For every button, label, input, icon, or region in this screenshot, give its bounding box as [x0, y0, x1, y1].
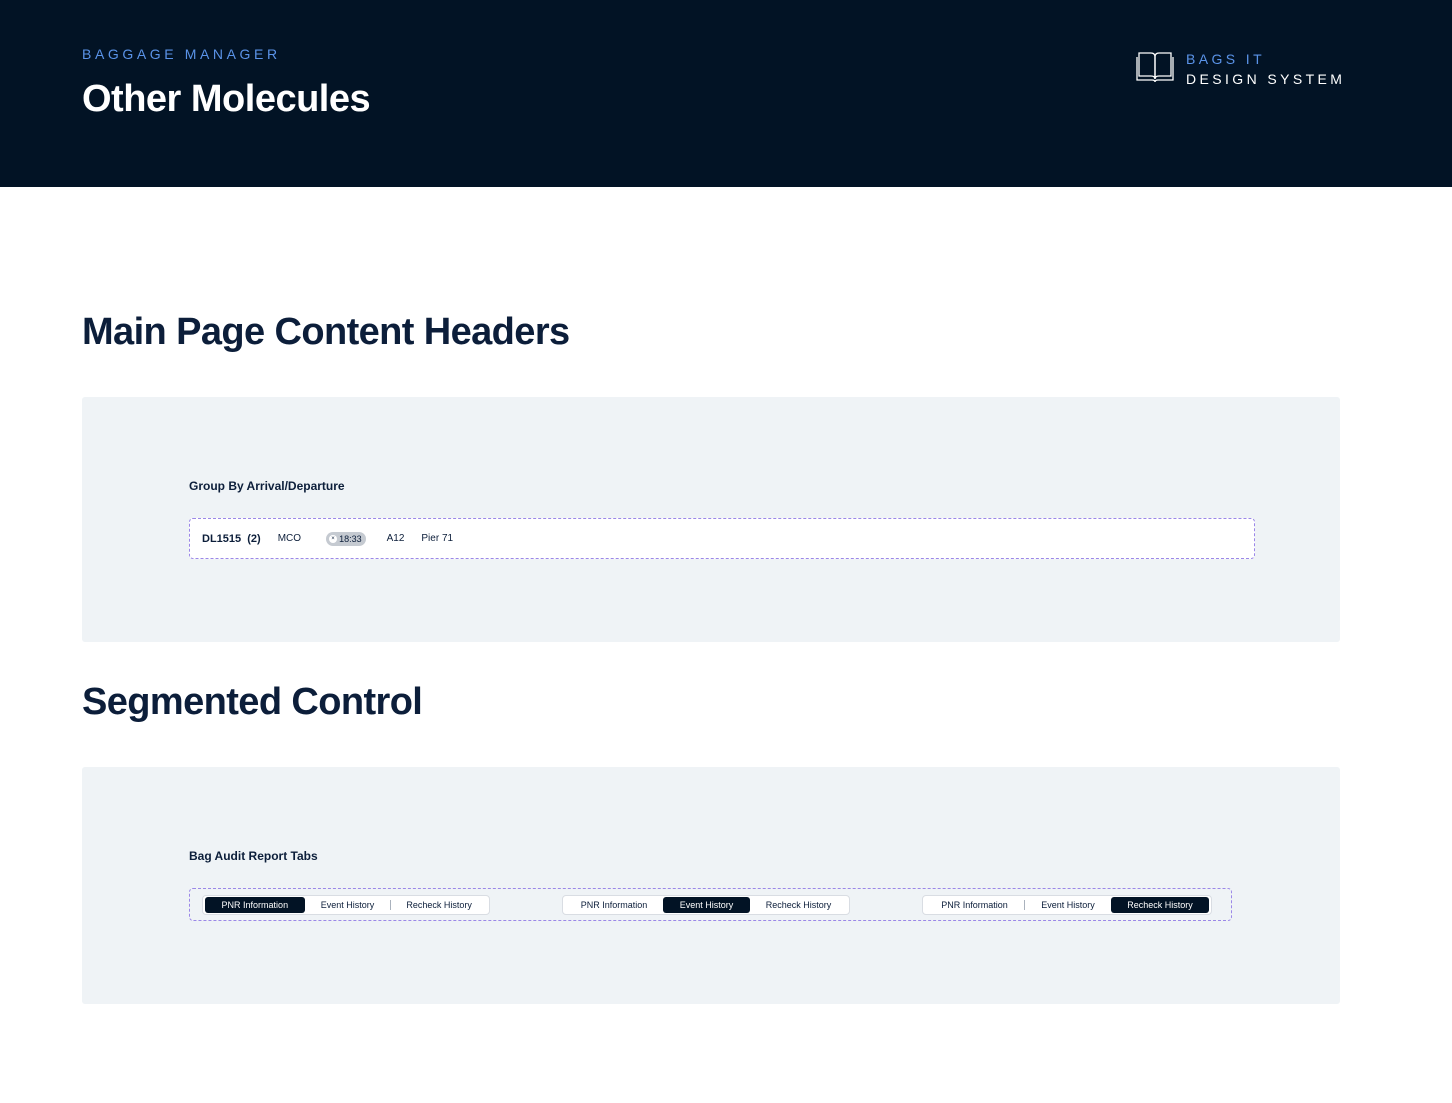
page-title: Other Molecules: [82, 78, 371, 120]
open-book-icon: [1136, 52, 1174, 83]
section-title-content-headers: Main Page Content Headers: [82, 311, 570, 353]
time-chip[interactable]: × 18:33: [326, 531, 366, 546]
tab-pnr-information[interactable]: PNR Information: [205, 897, 305, 913]
flight-gate: A12: [386, 533, 405, 544]
tab-recheck-history[interactable]: Recheck History: [391, 897, 487, 913]
tab-event-history[interactable]: Event History: [1025, 897, 1111, 913]
tab-recheck-history[interactable]: Recheck History: [1111, 897, 1209, 913]
flight-pier: Pier 71: [421, 533, 454, 544]
flight-number: DL1515 (2): [202, 532, 261, 545]
segmented-control-variant-2: PNR Information Event History Recheck Hi…: [562, 895, 850, 915]
content-headers-panel: Group By Arrival/Departure DL1515 (2) MC…: [82, 397, 1340, 642]
panel-label: Bag Audit Report Tabs: [189, 849, 318, 863]
brand-logo: BAGS IT DESIGN SYSTEM: [1136, 50, 1345, 87]
brand-name: BAGS IT: [1186, 51, 1266, 67]
flight-origin: MCO: [277, 533, 302, 544]
page-header: BAGGAGE MANAGER Other Molecules BAGS IT …: [0, 0, 1452, 187]
section-title-segmented-control: Segmented Control: [82, 681, 423, 723]
tab-pnr-information[interactable]: PNR Information: [565, 897, 663, 913]
flight-group-header[interactable]: DL1515 (2) MCO × 18:33 A12 Pier 71: [189, 518, 1255, 559]
segmented-control-variant-3: PNR Information Event History Recheck Hi…: [922, 895, 1212, 915]
tab-event-history[interactable]: Event History: [305, 897, 391, 913]
flight-time: 18:33: [339, 533, 362, 544]
segmented-control-variant-1: PNR Information Event History Recheck Hi…: [202, 895, 490, 915]
tab-event-history[interactable]: Event History: [663, 897, 750, 913]
tab-recheck-history[interactable]: Recheck History: [750, 897, 847, 913]
segmented-control-group: PNR Information Event History Recheck Hi…: [189, 888, 1232, 921]
panel-label: Group By Arrival/Departure: [189, 479, 345, 493]
brand-subtitle: DESIGN SYSTEM: [1186, 71, 1346, 87]
tab-pnr-information[interactable]: PNR Information: [925, 897, 1024, 913]
close-icon[interactable]: ×: [329, 534, 338, 543]
eyebrow-label: BAGGAGE MANAGER: [82, 46, 281, 62]
segmented-control-panel: Bag Audit Report Tabs PNR Information Ev…: [82, 767, 1340, 1004]
